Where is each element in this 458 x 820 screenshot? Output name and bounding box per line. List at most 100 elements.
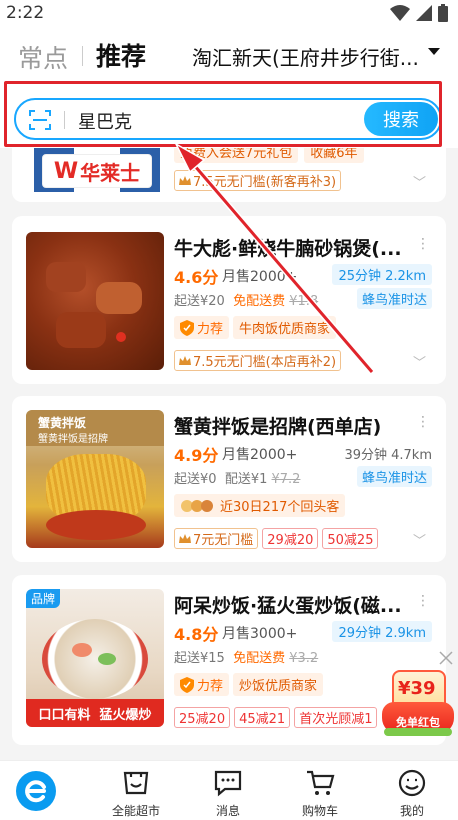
cart-icon: [307, 770, 335, 795]
thumb-caption-1: 蟹黄拌饭: [38, 416, 87, 430]
chevron-down-icon[interactable]: ﹀: [413, 352, 426, 371]
shop-card[interactable]: 牛大彪·鲜烧牛腩砂锅煲(... ⋮ 4.6分 月售2000+ 25分钟 2.2k…: [12, 216, 446, 384]
shield-icon: [180, 676, 194, 693]
category-tag: 炒饭优质商家: [233, 673, 324, 696]
more-icon[interactable]: ⋮: [416, 593, 430, 609]
tab-label: 全能超市: [111, 804, 160, 818]
tab-cart[interactable]: 购物车: [274, 761, 366, 820]
monthly-sales: 月售2000+: [222, 269, 298, 285]
quality-tags: 力荐 炒饭优质商家: [174, 673, 324, 696]
wallace-logo-text: 华莱士: [80, 160, 141, 185]
free-order-redpacket[interactable]: ¥39 免单红包: [382, 666, 454, 738]
shop-score: 4.6分: [174, 268, 219, 287]
discount-tag: 45减21: [234, 707, 291, 728]
discount-tag: 25减20: [174, 707, 231, 728]
tab-label: 购物车: [301, 804, 338, 818]
min-order: 起送¥20: [174, 294, 225, 309]
shop-name[interactable]: 牛大彪·鲜烧牛腩砂锅煲(...: [174, 234, 406, 261]
signal-icon: [416, 5, 432, 21]
tab-label: 消息: [215, 804, 240, 818]
caret-down-icon[interactable]: [428, 48, 440, 56]
shop-score: 4.9分: [174, 446, 219, 465]
coupon-row: 7.5元无门槛(本店再补2): [174, 350, 342, 371]
coupon-text: 7.5元无门槛(新客再补3): [193, 175, 337, 190]
status-icons: [390, 4, 448, 22]
delivery-time-distance: 29分钟 2.9km: [332, 621, 432, 642]
location-selector[interactable]: 淘汇新天(王府井步行街...: [192, 42, 422, 71]
shop-score: 4.8分: [174, 625, 219, 644]
more-icon[interactable]: ⋮: [416, 414, 430, 430]
chevron-down-icon[interactable]: ﹀: [413, 172, 426, 191]
tab-label: 我的: [399, 804, 424, 818]
tab-messages[interactable]: 消息: [182, 761, 274, 820]
redpacket-amount: ¥39: [398, 678, 436, 699]
quality-tags: 力荐 牛肉饭优质商家: [174, 316, 337, 339]
category-tag: 牛肉饭优质商家: [233, 316, 337, 339]
more-icon[interactable]: ⋮: [416, 236, 430, 252]
shield-icon: [180, 319, 194, 336]
eleme-logo-icon: [16, 771, 56, 811]
delivery-fee: 配送¥1: [224, 472, 268, 487]
monthly-sales: 月售3000+: [222, 626, 298, 642]
coupon-tag: 7元无门槛: [174, 528, 259, 549]
shop-name[interactable]: 阿呆炒饭·猛火蛋炒饭(磁...: [174, 591, 406, 618]
tab-frequent[interactable]: 常点: [18, 39, 68, 75]
delivery-fee: 免配送费: [233, 651, 286, 666]
crown-icon: [179, 355, 191, 365]
recommend-badge: 力荐: [174, 673, 230, 696]
original-fee: ¥7.2: [271, 472, 301, 487]
chevron-down-icon[interactable]: ﹀: [413, 530, 426, 549]
recommend-label: 力荐: [197, 322, 224, 337]
crown-icon: [179, 175, 191, 185]
coupon-row: 7.5元无门槛(新客再补3): [174, 170, 342, 191]
rider-tag: 蜂鸟准时达: [356, 288, 432, 309]
delivery-info: 起送¥20 免配送费 ¥1.8: [174, 290, 318, 309]
shop-thumb: 蟹黄拌饭 蟹黄拌饭是招牌: [26, 410, 164, 548]
repeat-customer-text: 近30日217个回头客: [220, 500, 340, 515]
recommend-badge: 力荐: [174, 316, 230, 339]
tab-divider: [82, 46, 83, 66]
original-fee: ¥3.2: [289, 651, 319, 666]
tab-profile[interactable]: 我的: [366, 761, 458, 820]
original-fee: ¥1.8: [289, 294, 319, 309]
close-icon[interactable]: [438, 650, 454, 666]
bottom-tab-bar: 全能超市 消息 购物车 我的: [0, 760, 458, 820]
status-time: 2:22: [6, 3, 45, 23]
discount-tag: 29减20: [262, 528, 319, 549]
delivery-info: 起送¥0 配送¥1 ¥7.2: [174, 468, 300, 487]
brand-tag: 品牌: [26, 589, 61, 608]
shop-card[interactable]: 口口有料 猛火爆炒 品牌 阿呆炒饭·猛火蛋炒饭(磁... ⋮ 4.8分 月售30…: [12, 575, 446, 745]
message-icon: [214, 770, 242, 797]
discount-tag: 50减25: [322, 528, 379, 549]
repeat-customer-row: 近30日217个回头客: [174, 494, 346, 517]
coupon-text: 7.5元无门槛(本店再补2): [193, 355, 337, 370]
battery-icon: [438, 4, 448, 22]
profile-icon: [398, 769, 426, 797]
wifi-icon: [390, 5, 410, 21]
delivery-fee: 免配送费: [233, 294, 286, 309]
shop-name[interactable]: 蟹黄拌饭是招牌(西单店): [174, 412, 406, 439]
coupon-row: 7元无门槛 29减20 50减25: [174, 528, 379, 549]
delivery-time-distance: 25分钟 2.2km: [332, 264, 432, 285]
supermarket-icon: [123, 771, 149, 795]
min-order: 起送¥0: [174, 472, 217, 487]
coupon-tag: 7.5元无门槛(新客再补3): [174, 170, 342, 191]
rider-tag: 蜂鸟准时达: [356, 466, 432, 487]
monthly-sales: 月售2000+: [222, 447, 298, 463]
tab-supermarket[interactable]: 全能超市: [90, 761, 182, 820]
repeat-customer-tag: 近30日217个回头客: [174, 494, 346, 517]
min-order: 起送¥15: [174, 651, 225, 666]
shop-thumb: 口口有料 猛火爆炒 品牌: [26, 589, 164, 727]
coupon-tag: 7.5元无门槛(本店再补2): [174, 350, 342, 371]
status-bar: 2:22: [0, 0, 458, 26]
delivery-time-distance: 39分钟 4.7km: [344, 448, 432, 463]
tab-home[interactable]: [0, 761, 92, 820]
shop-thumb: [26, 232, 164, 370]
discount-tag: 首次光顾减1: [294, 707, 378, 728]
shop-card[interactable]: 蟹黄拌饭 蟹黄拌饭是招牌 蟹黄拌饭是招牌(西单店) ⋮ 4.9分 月售2000+…: [12, 396, 446, 562]
coupon-row: 25减20 45减21 首次光顾减1: [174, 707, 378, 728]
tab-recommend[interactable]: 推荐: [96, 37, 146, 73]
delivery-info: 起送¥15 免配送费 ¥3.2: [174, 647, 318, 666]
avatars-icon: [181, 499, 213, 512]
wallace-logo-w: W: [53, 158, 79, 184]
